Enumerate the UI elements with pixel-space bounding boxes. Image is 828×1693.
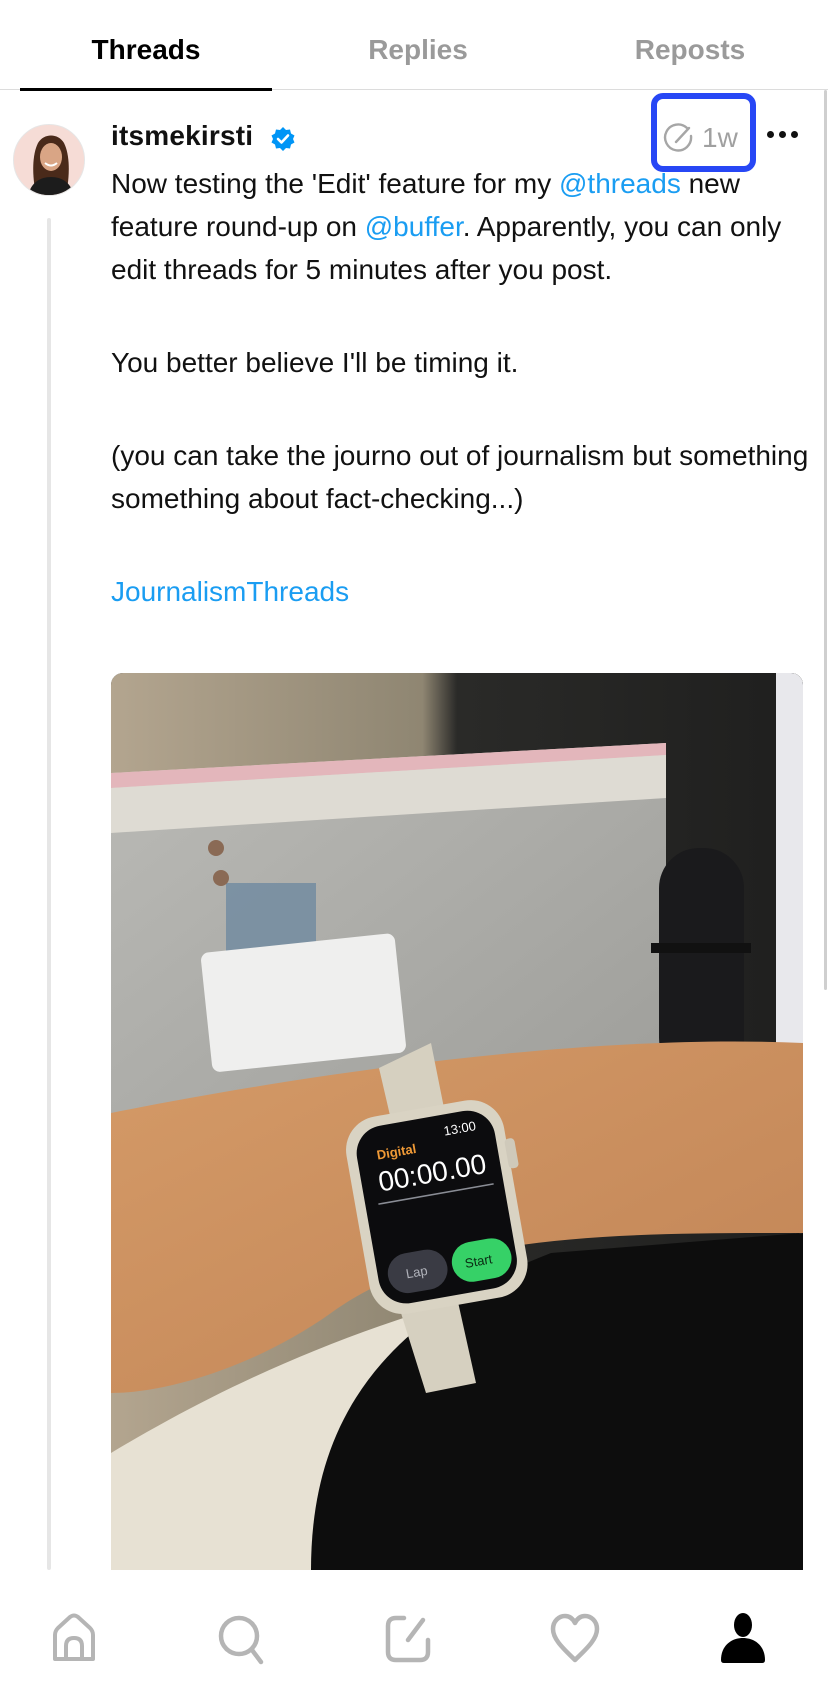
compose-icon bbox=[385, 1615, 431, 1663]
search-icon bbox=[218, 1615, 264, 1665]
mention-buffer[interactable]: @buffer bbox=[365, 211, 463, 242]
nav-home[interactable] bbox=[44, 1610, 104, 1670]
verified-badge-icon bbox=[271, 127, 295, 151]
photo-illustration: Digital 13:00 00:00.00 Lap Start bbox=[111, 673, 803, 1570]
bottom-nav bbox=[0, 1590, 828, 1693]
timestamp: 1w bbox=[702, 122, 738, 153]
profile-tabs: Threads Replies Reposts bbox=[0, 0, 828, 91]
tab-reposts[interactable]: Reposts bbox=[564, 34, 816, 66]
thread-line bbox=[47, 218, 51, 1570]
home-icon bbox=[53, 1613, 95, 1661]
post-image[interactable]: Digital 13:00 00:00.00 Lap Start bbox=[111, 673, 803, 1570]
tag-link[interactable]: JournalismThreads bbox=[111, 576, 349, 607]
post-body: Now testing the 'Edit' feature for my @t… bbox=[111, 162, 811, 613]
more-options-button[interactable] bbox=[765, 120, 801, 148]
nav-compose[interactable] bbox=[378, 1610, 438, 1670]
scrollbar[interactable] bbox=[824, 90, 827, 990]
heart-icon bbox=[550, 1613, 600, 1663]
nav-profile[interactable] bbox=[713, 1610, 773, 1670]
more-dot-icon bbox=[767, 131, 774, 138]
more-dot-icon bbox=[779, 131, 786, 138]
active-tab-indicator bbox=[20, 88, 272, 91]
tab-replies[interactable]: Replies bbox=[292, 34, 544, 66]
edited-indicator-icon bbox=[663, 123, 693, 152]
post-paragraph-3: (you can take the journo out of journali… bbox=[111, 440, 809, 514]
more-dot-icon bbox=[791, 131, 798, 138]
mention-threads[interactable]: @threads bbox=[559, 168, 681, 199]
nav-search[interactable] bbox=[212, 1610, 272, 1670]
nav-activity[interactable] bbox=[545, 1610, 605, 1670]
post-paragraph-1: Now testing the 'Edit' feature for my @t… bbox=[111, 168, 782, 285]
username[interactable]: itsmekirsti bbox=[111, 120, 253, 152]
profile-icon bbox=[721, 1613, 765, 1663]
post-paragraph-2: You better believe I'll be timing it. bbox=[111, 347, 519, 378]
tab-threads[interactable]: Threads bbox=[20, 34, 272, 66]
avatar[interactable] bbox=[13, 124, 85, 196]
avatar-image bbox=[14, 125, 84, 195]
